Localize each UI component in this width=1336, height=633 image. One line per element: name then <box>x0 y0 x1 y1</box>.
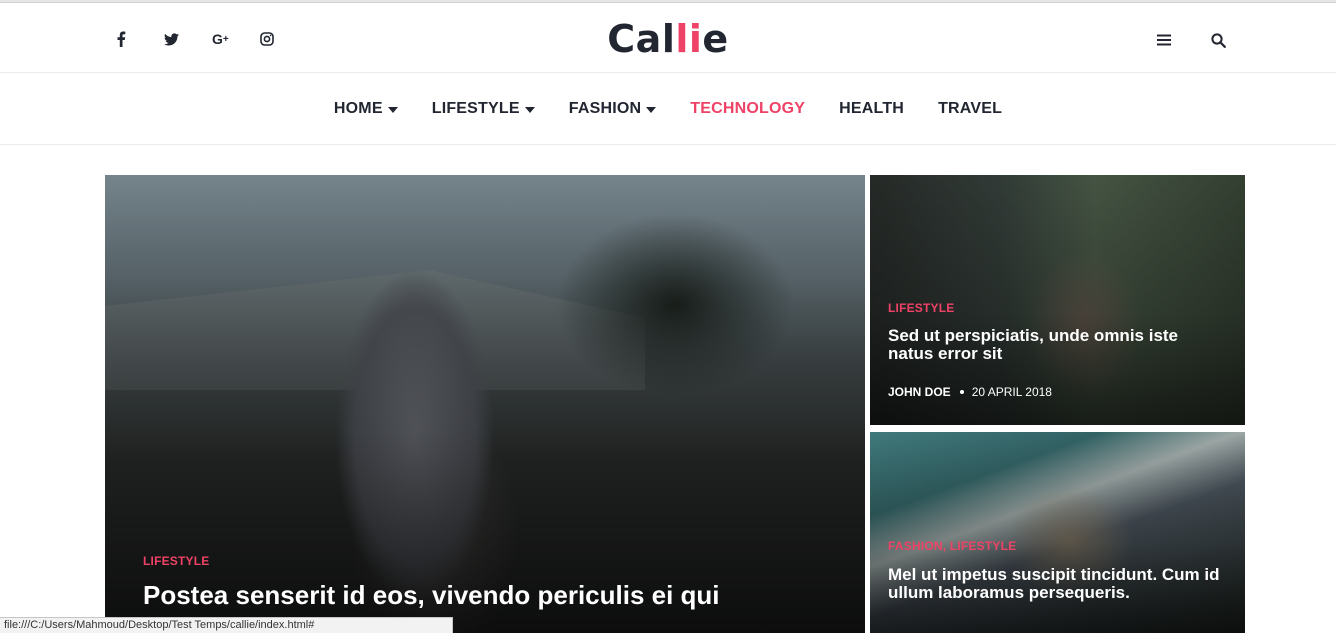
category-separator: , <box>942 539 950 553</box>
post-title[interactable]: Postea senserit id eos, vivendo periculi… <box>143 581 720 609</box>
post-date: 20 APRIL 2018 <box>971 385 1052 399</box>
post-category[interactable]: LIFESTYLE <box>143 554 209 568</box>
nav-item-label: TECHNOLOGY <box>690 100 806 117</box>
nav-item-label: TRAVEL <box>938 100 1003 117</box>
logo-accent: li <box>675 17 703 61</box>
caret-down-icon <box>646 106 657 113</box>
nav-item-fashion[interactable]: FASHION <box>569 100 657 118</box>
main-nav: HOME LIFESTYLE FASHION TECHNOLOGY HEALTH… <box>0 74 1336 145</box>
caret-down-icon <box>387 106 398 113</box>
caret-down-icon <box>524 106 535 113</box>
nav-item-label: FASHION <box>568 100 642 117</box>
nav-item-lifestyle[interactable]: LIFESTYLE <box>432 100 535 118</box>
meta-separator-dot <box>959 390 964 394</box>
search-icon[interactable] <box>1209 31 1227 49</box>
nav-item-travel[interactable]: TRAVEL <box>938 100 1002 118</box>
post-meta: JOHN DOE 20 APRIL 2018 <box>888 385 1052 399</box>
browser-status-bar: file:///C:/Users/Mahmoud/Desktop/Test Te… <box>0 617 453 633</box>
post-author[interactable]: JOHN DOE <box>888 385 951 399</box>
post-category[interactable]: LIFESTYLE <box>888 301 954 315</box>
menu-icon[interactable] <box>1155 31 1173 49</box>
nav-item-label: LIFESTYLE <box>431 100 520 117</box>
nav-item-home[interactable]: HOME <box>334 100 398 118</box>
logo-end: e <box>702 17 729 61</box>
featured-post-side-b[interactable]: FASHION, LIFESTYLE Mel ut impetus suscip… <box>870 432 1245 633</box>
nav-item-label: HEALTH <box>839 100 905 117</box>
logo-main: Cal <box>607 17 676 61</box>
post-categories: FASHION, LIFESTYLE <box>888 539 1016 553</box>
header-top: G + Callie <box>0 3 1336 73</box>
post-title[interactable]: Mel ut impetus suscipit tincidunt. Cum i… <box>888 565 1227 603</box>
header-actions <box>1155 31 1227 49</box>
featured-post-main[interactable]: LIFESTYLE Postea senserit id eos, vivend… <box>105 175 865 633</box>
site-logo[interactable]: Callie <box>0 17 1336 61</box>
post-category[interactable]: LIFESTYLE <box>950 539 1016 553</box>
post-title[interactable]: Sed ut perspiciatis, unde omnis iste nat… <box>888 326 1227 364</box>
nav-item-health[interactable]: HEALTH <box>839 100 904 118</box>
post-image-overlay <box>105 175 865 633</box>
nav-item-label: HOME <box>333 100 383 117</box>
nav-item-technology[interactable]: TECHNOLOGY <box>690 100 805 118</box>
post-image-overlay <box>870 432 1245 633</box>
post-category[interactable]: FASHION <box>888 539 943 553</box>
featured-post-side-a[interactable]: LIFESTYLE Sed ut perspiciatis, unde omni… <box>870 175 1245 425</box>
